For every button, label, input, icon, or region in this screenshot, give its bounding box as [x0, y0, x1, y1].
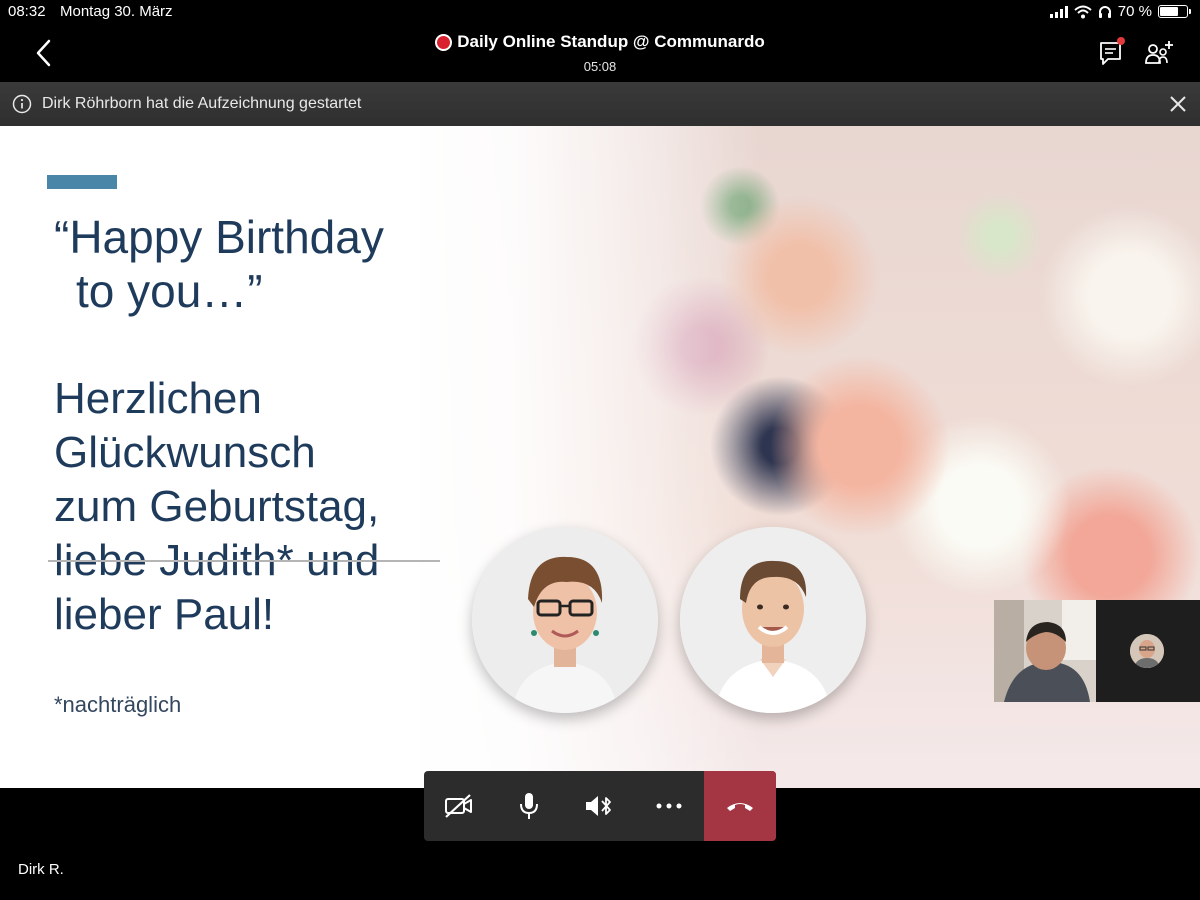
- call-title-block: Daily Online Standup @ Communardo 05:08: [0, 32, 1200, 74]
- self-view-name: Dirk R.: [18, 861, 64, 878]
- status-indicators: 70 %: [1049, 3, 1191, 20]
- meeting-title: Daily Online Standup @ Communardo: [457, 32, 765, 51]
- portrait-photo: [472, 527, 658, 713]
- greeting-line: Herzlichen: [54, 374, 262, 423]
- avatar: [1130, 634, 1164, 668]
- participant-avatar-tile[interactable]: [1096, 600, 1200, 702]
- hang-up-button[interactable]: [704, 771, 776, 841]
- greeting-line: lieber Paul!: [54, 590, 275, 639]
- camera-off-icon: [445, 794, 472, 818]
- signal-icon: [1049, 5, 1068, 18]
- battery-icon: [1158, 5, 1191, 18]
- toggle-microphone-button[interactable]: [494, 771, 564, 841]
- call-duration: 05:08: [583, 58, 617, 74]
- status-time: 08:32: [8, 3, 46, 20]
- chat-notification-badge: [1117, 37, 1125, 45]
- quote-line-1: “Happy Birthday: [54, 211, 384, 263]
- banner-message: Dirk Röhrborn hat die Aufzeichnung gesta…: [42, 95, 362, 112]
- more-icon: [656, 803, 682, 809]
- slide-accent-bar: [47, 175, 117, 189]
- more-options-button[interactable]: [634, 771, 704, 841]
- status-bar: 08:32 Montag 30. März 70 %: [0, 0, 1200, 24]
- hang-up-icon: [727, 803, 753, 811]
- wifi-icon: [1074, 5, 1092, 18]
- slide-quote: “Happy Birthday to you…”: [54, 210, 434, 318]
- toggle-camera-button[interactable]: [424, 771, 494, 841]
- slide-footnote: *nachträglich: [54, 692, 182, 717]
- info-icon: [12, 94, 32, 114]
- add-people-icon[interactable]: [1143, 38, 1175, 68]
- greeting-line: zum Geburtstag,: [54, 482, 380, 531]
- speaker-bluetooth-icon: [586, 796, 611, 816]
- microphone-icon: [520, 793, 538, 819]
- portrait-photo: [680, 527, 866, 713]
- greeting-line: Glückwunsch: [54, 428, 316, 477]
- status-date: Montag 30. März: [60, 3, 173, 20]
- close-icon[interactable]: [1168, 94, 1188, 114]
- audio-output-button[interactable]: [564, 771, 634, 841]
- battery-percentage: 70 %: [1117, 3, 1152, 20]
- recording-banner: Dirk Röhrborn hat die Aufzeichnung gesta…: [0, 82, 1200, 126]
- slide-greeting: Herzlichen Glückwunsch zum Geburtstag, l…: [54, 372, 454, 642]
- participant-video-tile[interactable]: [994, 600, 1096, 702]
- shared-presentation: “Happy Birthday to you…” Herzlichen Glüc…: [0, 126, 1200, 788]
- call-title: Daily Online Standup @ Communardo: [435, 32, 765, 52]
- call-controls: [424, 771, 776, 841]
- annotation-strike-line: [48, 560, 440, 562]
- call-header: Daily Online Standup @ Communardo 05:08: [0, 24, 1200, 82]
- quote-line-2: to you…”: [76, 265, 263, 317]
- headphones-icon: [1098, 5, 1111, 18]
- recording-indicator-icon: [435, 33, 453, 51]
